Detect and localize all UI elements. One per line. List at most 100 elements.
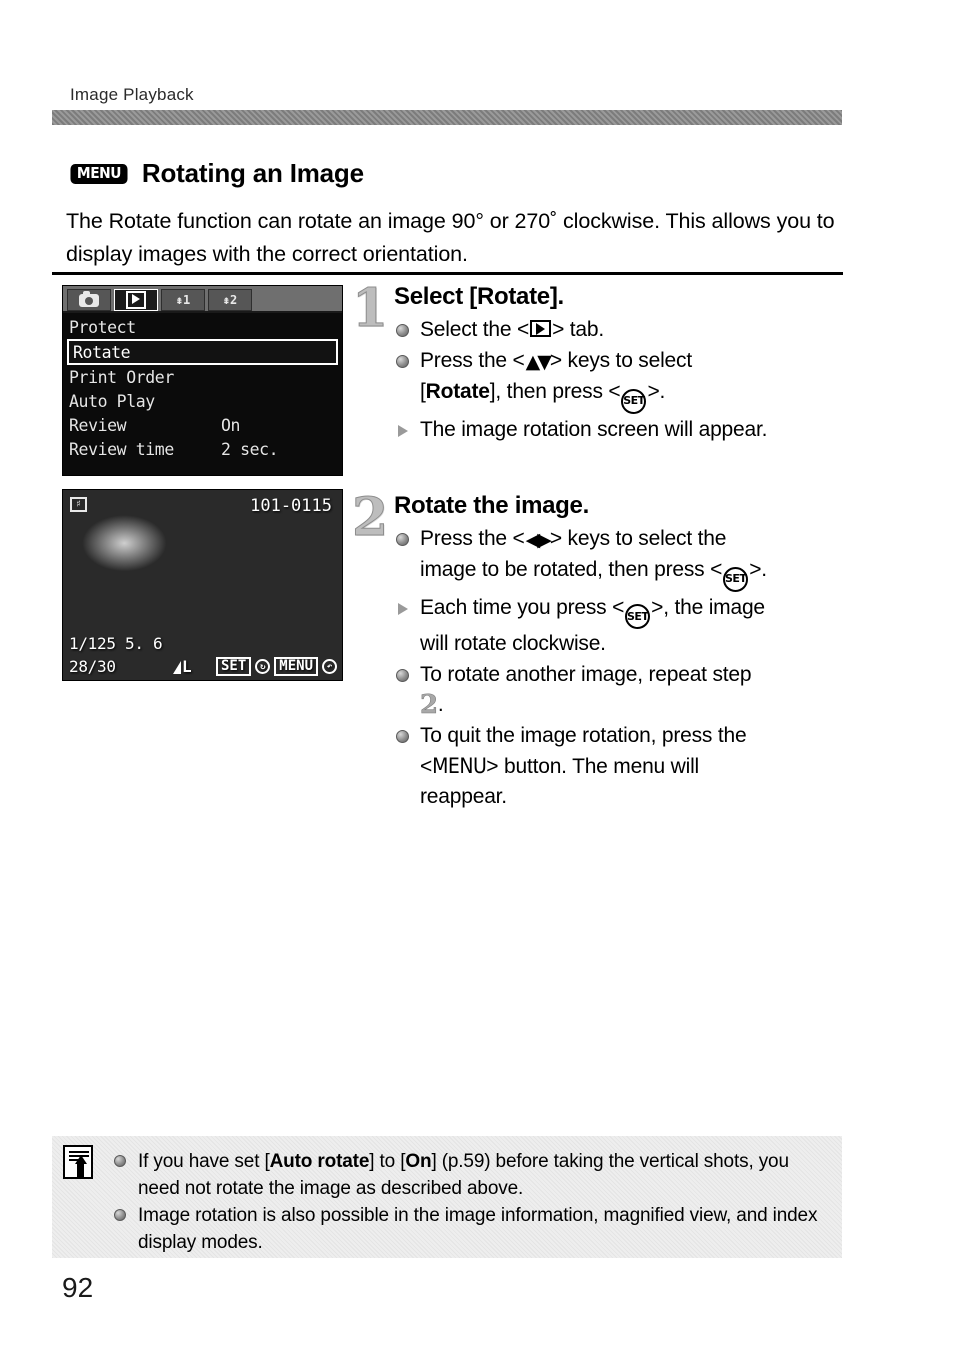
bullet-text: >, the image — [651, 595, 765, 619]
bullet-text: ], then press < — [489, 380, 621, 403]
camera-icon — [79, 290, 99, 307]
set-button-icon: SET — [621, 388, 647, 414]
up-down-arrows-icon: ▲▼ — [525, 351, 552, 373]
menu-item-label: Auto Play — [69, 391, 155, 411]
menu-row-review-time: Review time 2 sec. — [63, 437, 342, 461]
bullet-text: reappear. — [420, 785, 507, 808]
bullet-press-keys: Press the <▲▼> keys to select [Rotate], … — [394, 346, 852, 414]
bullet-text: < — [420, 755, 433, 778]
step-2: 2 Rotate the image. Press the <◀▶> keys … — [351, 487, 862, 813]
set-hint-label: SET — [215, 657, 252, 676]
file-number-label: 101-0115 — [250, 496, 332, 516]
section-heading: MENU Rotating an Image — [68, 158, 364, 189]
step-title: Select [Rotate]. — [394, 283, 564, 310]
tab-setup-2: ⇞2 — [208, 289, 252, 311]
bullet-repeat-step: To rotate another image, repeat step 2. — [394, 660, 862, 720]
camera-playback-screenshot: ♯ 101-0115 1/125 5. 6 28/30 L SET ↻ MENU… — [62, 489, 343, 681]
step-bullets: Press the <◀▶> keys to select the image … — [394, 524, 862, 812]
play-tab-icon — [530, 320, 552, 337]
tab-setup-1: ⇞1 — [161, 289, 205, 311]
step-reference-number: 2 — [420, 690, 439, 721]
bullet-dot-icon — [396, 324, 409, 337]
note-pencil-icon — [63, 1145, 93, 1179]
step-number: 2 — [351, 487, 389, 548]
note-item-other-modes: Image rotation is also possible in the i… — [112, 1202, 828, 1256]
bullet-text: >. — [647, 380, 666, 403]
exposure-info-label: 1/125 5. 6 — [69, 634, 163, 653]
frame-count-label: 28/30 — [69, 657, 116, 676]
menu-row-auto-play: Auto Play — [63, 389, 342, 413]
bullet-dot-icon — [114, 1155, 126, 1167]
step-number: 1 — [351, 278, 389, 339]
tab-bar-filler — [255, 289, 338, 311]
result-triangle-icon — [398, 424, 408, 437]
menu-item-label: Review — [69, 415, 127, 435]
camera-menu-screenshot: ⇞1 ⇞2 Protect Rotate Print Order Auto Pl… — [62, 285, 343, 476]
bold-rotate-label: Rotate — [425, 380, 490, 403]
running-head: Image Playback — [70, 85, 194, 104]
bullet-dot-icon — [396, 355, 409, 368]
left-right-arrows-icon: ◀▶ — [525, 529, 552, 551]
set-button-icon: SET — [625, 604, 651, 629]
image-quality-label: L — [173, 657, 192, 676]
note-text: ] to [ — [369, 1151, 406, 1172]
menu-item-value: 2 sec. — [221, 439, 279, 459]
note-text: If you have set [ — [138, 1151, 270, 1172]
bullet-dot-icon — [114, 1209, 126, 1221]
page-title: Rotating an Image — [141, 158, 364, 188]
set-button-icon: SET — [723, 566, 749, 592]
bullet-text: Press the < — [420, 527, 525, 550]
bullet-select-image: Press the <◀▶> keys to select the image … — [394, 524, 862, 592]
quality-triangle-icon — [173, 661, 181, 674]
bullet-text: Press the < — [420, 349, 525, 372]
menu-hint-label: MENU — [274, 657, 318, 676]
bullet-text: To rotate another image, repeat step — [420, 663, 752, 686]
bullet-text: The image rotation screen will appear. — [420, 417, 768, 441]
protect-icon: ♯ — [70, 497, 87, 512]
playback-icon — [126, 291, 146, 309]
return-icon: ↶ — [322, 659, 337, 674]
bullet-text: will rotate clockwise. — [420, 632, 606, 655]
menu-item-label: Review time — [69, 439, 174, 459]
bullet-text: > tab. — [552, 318, 605, 341]
menu-tab-bar: ⇞1 ⇞2 — [63, 286, 342, 313]
step-bullets: Select the < > tab. Press the <▲▼> keys t… — [394, 315, 852, 445]
menu-badge-icon: MENU — [70, 163, 128, 184]
header-rule-bar — [52, 110, 842, 125]
step-1: 1 Select [Rotate]. Select the < > tab. Pr… — [351, 278, 852, 446]
menu-row-rotate: Rotate — [67, 339, 338, 365]
note-box: If you have set [Auto rotate] to [On] (p… — [52, 1136, 842, 1258]
tab-camera — [67, 289, 111, 311]
bullet-text: >. — [749, 558, 767, 581]
menu-button-label: MENU — [432, 754, 487, 778]
result-triangle-icon — [398, 602, 408, 615]
step-title: Rotate the image. — [394, 492, 589, 519]
bullet-text: > keys to select the — [549, 527, 727, 550]
bullet-each-press-rotates: Each time you press < SET >, the image wil… — [394, 593, 862, 660]
bullet-quit-rotation: To quit the image rotation, press the <M… — [394, 721, 862, 812]
section-divider — [52, 272, 843, 275]
bullet-text: image to be rotated, then press < — [420, 558, 723, 581]
bullet-result-rotation-screen: The image rotation screen will appear. — [394, 415, 852, 445]
rotate-dial-icon: ↻ — [255, 659, 271, 674]
bullet-text: > keys to select — [549, 349, 692, 372]
menu-row-protect: Protect — [63, 315, 342, 339]
page-number: 92 — [62, 1272, 94, 1303]
manual-page: Image Playback MENU Rotating an Image Th… — [0, 0, 954, 1349]
wrench-icon: ⇞2 — [222, 293, 238, 307]
bullet-text: To quit the image rotation, press the — [420, 724, 747, 747]
menu-item-label: Print Order — [69, 367, 174, 387]
bullet-text: . — [437, 693, 444, 716]
note-text: Image rotation is also possible in the i… — [138, 1205, 818, 1253]
note-item-auto-rotate: If you have set [Auto rotate] to [On] (p… — [112, 1148, 828, 1202]
bold-on-label: On — [405, 1151, 432, 1172]
wrench-icon: ⇞1 — [175, 293, 191, 307]
bullet-dot-icon — [396, 730, 409, 743]
bold-auto-rotate-label: Auto rotate — [269, 1151, 370, 1172]
menu-row-print-order: Print Order — [63, 365, 342, 389]
bullet-select-tab: Select the < > tab. — [394, 315, 852, 345]
tab-playback — [114, 289, 158, 311]
intro-paragraph: The Rotate function can rotate an image … — [66, 209, 835, 266]
bullet-text: > — [486, 755, 499, 778]
menu-item-list: Protect Rotate Print Order Auto Play Rev… — [63, 313, 342, 461]
